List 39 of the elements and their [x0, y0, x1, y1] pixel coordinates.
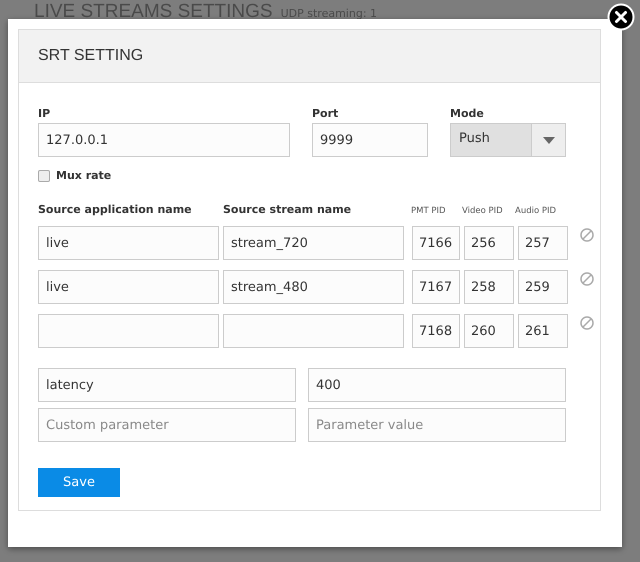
- parameter-name-field[interactable]: Custom parameter: [38, 408, 296, 442]
- column-header: Source stream name: [223, 203, 352, 216]
- remove-icon[interactable]: [580, 316, 594, 330]
- audio-pid-field[interactable]: 257: [518, 226, 568, 260]
- pmt-pid-field[interactable]: 7168: [412, 314, 460, 348]
- video-pid-field[interactable]: 256: [464, 226, 514, 260]
- close-icon[interactable]: [607, 3, 635, 31]
- stream-name-field[interactable]: stream_480: [223, 270, 404, 304]
- mode-dropdown[interactable]: Push: [450, 123, 566, 157]
- field-label: Port: [312, 107, 340, 120]
- save-button[interactable]: Save: [38, 468, 120, 497]
- video-pid-field[interactable]: 258: [464, 270, 514, 304]
- video-pid-field[interactable]: 260: [464, 314, 514, 348]
- column-header: Source application name: [38, 203, 193, 216]
- checkbox[interactable]: [38, 170, 50, 182]
- remove-icon[interactable]: [580, 228, 594, 242]
- column-header: Audio PID: [515, 206, 556, 216]
- stream-name-field[interactable]: [223, 314, 404, 348]
- app-name-field[interactable]: live: [38, 270, 219, 304]
- dialog-title: SRT SETTING: [38, 47, 144, 65]
- pmt-pid-field[interactable]: 7166: [412, 226, 460, 260]
- column-header: PMT PID: [411, 206, 447, 216]
- app-name-field[interactable]: live: [38, 226, 219, 260]
- parameter-name-field[interactable]: latency: [38, 368, 296, 402]
- app-name-field[interactable]: [38, 314, 219, 348]
- field-label: Mode: [450, 107, 485, 120]
- checkbox-label: Mux rate: [56, 169, 112, 182]
- column-header: Video PID: [462, 206, 504, 216]
- pmt-pid-field[interactable]: 7167: [412, 270, 460, 304]
- parameter-value-field[interactable]: Parameter value: [308, 408, 566, 442]
- caret-icon: [542, 136, 554, 144]
- stream-name-field[interactable]: stream_720: [223, 226, 404, 260]
- audio-pid-field[interactable]: 259: [518, 270, 568, 304]
- parameter-value-field[interactable]: 400: [308, 368, 566, 402]
- audio-pid-field[interactable]: 261: [518, 314, 568, 348]
- field-label: IP: [38, 107, 52, 120]
- remove-icon[interactable]: [580, 272, 594, 286]
- port-field[interactable]: 9999: [312, 123, 428, 157]
- ip-field[interactable]: 127.0.0.1: [38, 123, 290, 157]
